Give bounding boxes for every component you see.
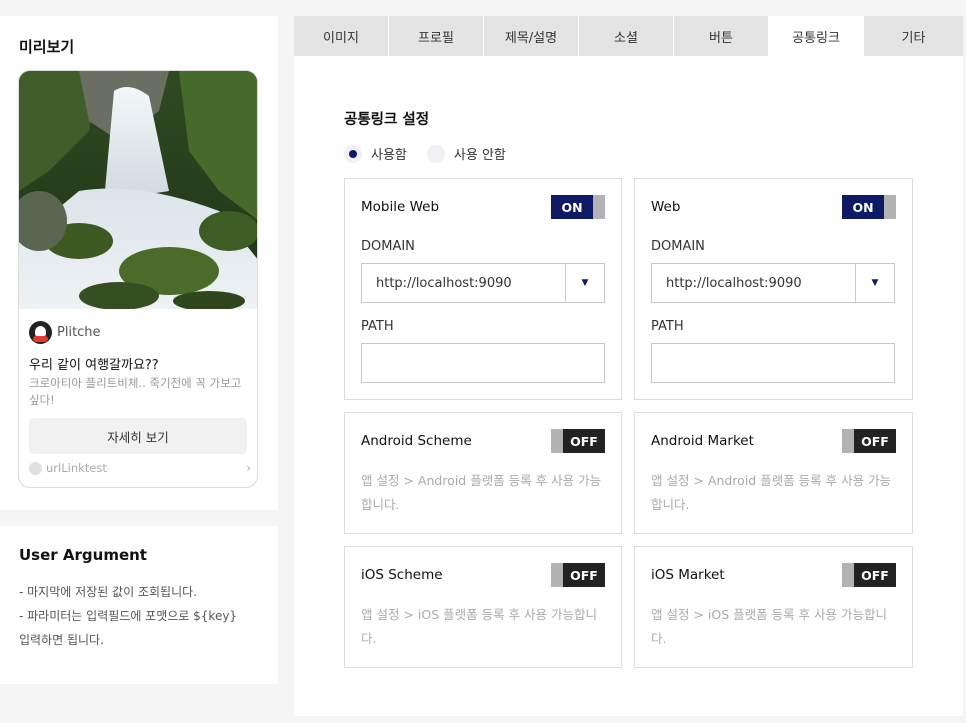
user-argument-line: - 마지막에 저장된 값이 조회됩니다. [19,585,197,599]
tab-profile[interactable]: 프로필 [389,16,484,56]
android-market-title: Android Market [651,433,754,449]
path-label: PATH [651,319,684,334]
use-radio-group: 사용함 사용 안함 [344,144,526,163]
toggle-label: OFF [854,563,896,587]
tab-common-link[interactable]: 공통링크 [769,16,864,56]
card-profile: Plitche [29,321,101,344]
card-detail-button[interactable]: 자세히 보기 [29,418,247,454]
ios-scheme-note: 앱 설정 > iOS 플랫폼 등록 후 사용 가능합니다. [361,607,598,646]
avatar [29,321,52,344]
caret-down-icon[interactable]: ▼ [566,264,604,302]
mobile-web-toggle[interactable]: ON [551,195,605,219]
domain-label: DOMAIN [651,239,705,254]
toggle-knob [551,429,563,453]
toggle-knob [842,563,854,587]
android-scheme-note: 앱 설정 > Android 플랫폼 등록 후 사용 가능합니다. [361,473,602,512]
web-domain-select[interactable]: http://localhost:9090 ▼ [651,263,895,303]
web-path-input[interactable] [651,343,895,383]
domain-select-value: http://localhost:9090 [362,264,566,302]
ios-scheme-toggle[interactable]: OFF [551,563,605,587]
toggle-knob [884,195,896,219]
mobile-web-domain-select[interactable]: http://localhost:9090 ▼ [361,263,605,303]
ios-market-note: 앱 설정 > iOS 플랫폼 등록 후 사용 가능합니다. [651,607,888,646]
user-argument-title: User Argument [19,546,147,564]
web-box: Web ON DOMAIN http://localhost:9090 ▼ PA… [634,178,913,400]
preview-panel: 미리보기 Plitche 우리 같이 여행갈까요?? 크로아티아 플리트비체..… [0,16,278,510]
toggle-label: ON [551,195,593,219]
toggle-knob [842,429,854,453]
ios-scheme-title: iOS Scheme [361,567,443,583]
toggle-label: ON [842,195,884,219]
ios-market-box: iOS Market OFF 앱 설정 > iOS 플랫폼 등록 후 사용 가능… [634,546,913,668]
mobile-web-box: Mobile Web ON DOMAIN http://localhost:90… [344,178,622,400]
card-image [19,71,257,309]
card-title: 우리 같이 여행갈까요?? [29,358,159,373]
android-scheme-box: Android Scheme OFF 앱 설정 > Android 플랫폼 등록… [344,412,622,534]
mobile-web-path-input[interactable] [361,343,605,383]
toggle-label: OFF [563,563,605,587]
caret-down-icon[interactable]: ▼ [856,264,894,302]
radio-checked-icon[interactable] [344,144,362,163]
toggle-label: OFF [854,429,896,453]
toggle-knob [593,195,605,219]
preview-title: 미리보기 [19,38,75,56]
android-scheme-title: Android Scheme [361,433,472,449]
radio-not-use-label: 사용 안함 [453,148,506,163]
domain-label: DOMAIN [361,239,415,254]
tab-etc[interactable]: 기타 [864,16,963,56]
link-icon [29,461,42,475]
android-market-note: 앱 설정 > Android 플랫폼 등록 후 사용 가능합니다. [651,473,892,512]
user-argument-line: - 파라미터는 입력필드에 포맷으로 ${key} [19,609,238,623]
user-argument-line: 입력하면 됩니다. [19,633,104,647]
chevron-right-icon: › [246,461,251,475]
preview-card: Plitche 우리 같이 여행갈까요?? 크로아티아 플리트비체.. 죽기전에… [18,70,258,488]
tab-bar: 이미지 프로필 제목/설명 소셜 버튼 공통링크 기타 [294,16,963,56]
profile-name: Plitche [57,325,101,340]
android-market-toggle[interactable]: OFF [842,429,896,453]
settings-panel: 이미지 프로필 제목/설명 소셜 버튼 공통링크 기타 공통링크 설정 사용함 … [294,16,963,716]
radio-use-label: 사용함 [371,148,407,163]
toggle-knob [551,563,563,587]
ios-market-toggle[interactable]: OFF [842,563,896,587]
tab-title-description[interactable]: 제목/설명 [484,16,579,56]
ios-market-title: iOS Market [651,567,725,583]
card-link-label: urlLinktest [46,461,107,475]
android-market-box: Android Market OFF 앱 설정 > Android 플랫폼 등록… [634,412,913,534]
tab-social[interactable]: 소셜 [579,16,674,56]
ios-scheme-box: iOS Scheme OFF 앱 설정 > iOS 플랫폼 등록 후 사용 가능… [344,546,622,668]
radio-not-use[interactable]: 사용 안함 [426,144,506,163]
android-scheme-toggle[interactable]: OFF [551,429,605,453]
tab-button[interactable]: 버튼 [674,16,769,56]
section-title: 공통링크 설정 [344,112,430,128]
path-label: PATH [361,319,394,334]
user-argument-panel: User Argument - 마지막에 저장된 값이 조회됩니다. - 파라미… [0,526,278,684]
domain-select-value: http://localhost:9090 [652,264,856,302]
toggle-label: OFF [563,429,605,453]
card-description: 크로아티아 플리트비체.. 죽기전에 꼭 가보고싶다! [29,376,242,407]
card-link[interactable]: urlLinktest › [29,461,251,475]
web-title: Web [651,199,681,215]
tab-image[interactable]: 이미지 [294,16,389,56]
radio-use[interactable]: 사용함 [344,144,407,163]
web-toggle[interactable]: ON [842,195,896,219]
radio-unchecked-icon[interactable] [426,144,445,163]
mobile-web-title: Mobile Web [361,199,440,215]
